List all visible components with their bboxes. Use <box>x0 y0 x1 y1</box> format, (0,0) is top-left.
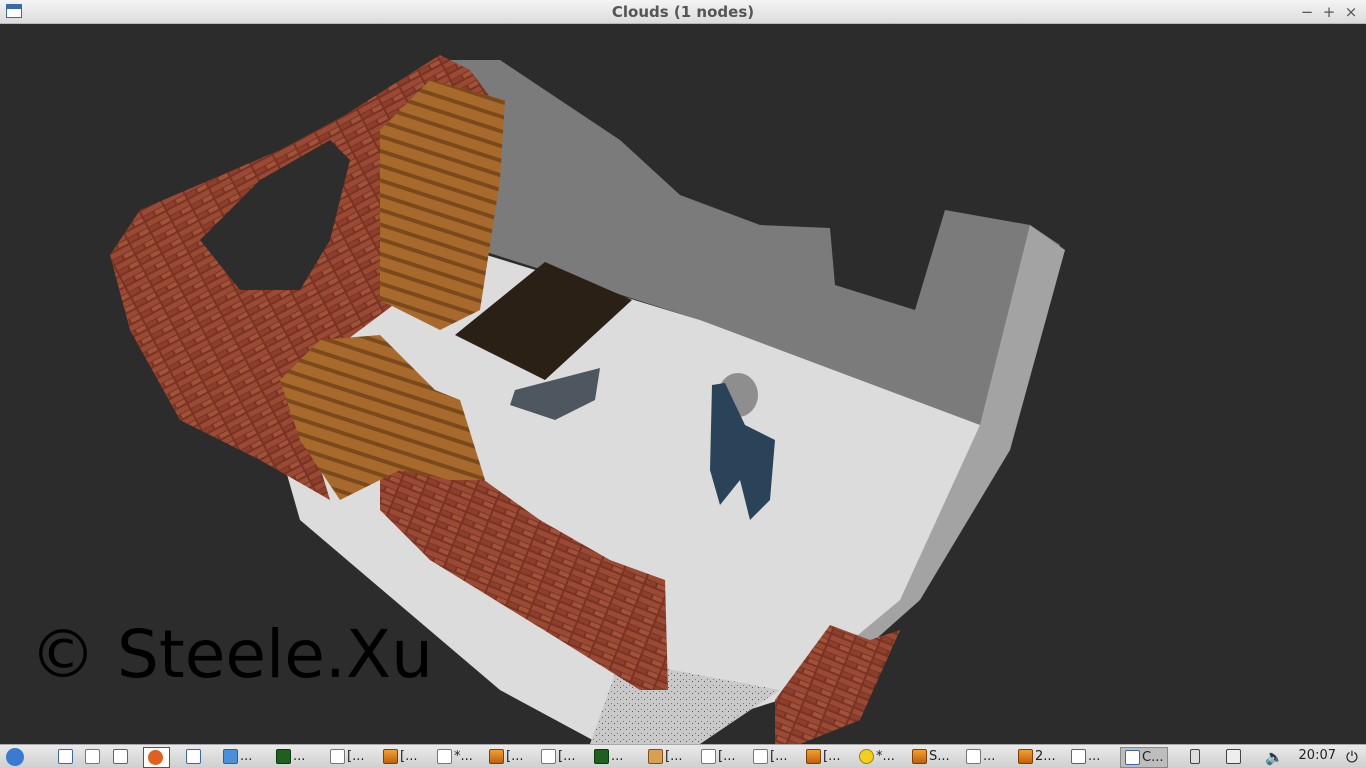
task-button[interactable]: [... <box>648 747 682 766</box>
task-label: ... <box>611 749 624 764</box>
window-titlebar[interactable]: Clouds (1 nodes) − + × <box>0 0 1366 24</box>
clock: 20:07 <box>1298 748 1336 763</box>
taskbar: ... ... [... [... *... [... [... ... [..… <box>0 744 1366 768</box>
task-button[interactable]: [... <box>701 747 735 766</box>
window-icon <box>1125 750 1140 765</box>
task-button[interactable]: [... <box>806 747 840 766</box>
volume-icon: 🔈 <box>1265 747 1284 766</box>
task-button[interactable]: [... <box>753 747 787 766</box>
task-button-active[interactable]: C... <box>1120 747 1169 768</box>
watermark: © Steele.Xu <box>30 616 433 693</box>
document-icon <box>966 749 981 764</box>
task-label: [... <box>506 749 524 764</box>
task-button[interactable]: *... <box>437 747 473 766</box>
task-button[interactable]: ... <box>1071 747 1100 766</box>
image-icon <box>489 749 504 764</box>
package-icon <box>648 749 663 764</box>
show-desktop-button[interactable] <box>58 747 75 766</box>
browser-button[interactable] <box>143 747 170 768</box>
minimize-button[interactable]: − <box>1297 1 1317 23</box>
network-disconnected-icon <box>1226 749 1241 764</box>
document-icon <box>753 749 768 764</box>
document-icon <box>541 749 556 764</box>
task-label: [... <box>400 749 418 764</box>
window-title: Clouds (1 nodes) <box>611 3 755 21</box>
task-label: [... <box>665 749 683 764</box>
task-label: S... <box>929 749 950 764</box>
browser-icon <box>148 750 163 765</box>
list-icon <box>85 749 100 764</box>
task-button[interactable]: S... <box>912 747 950 766</box>
image-icon <box>1018 749 1033 764</box>
power-button[interactable]: ⏻ <box>1346 747 1358 766</box>
volume-control[interactable]: 🔈 <box>1265 747 1284 766</box>
task-label: [... <box>558 749 576 764</box>
power-icon: ⏻ <box>1346 747 1358 766</box>
task-button[interactable]: ... <box>276 747 305 766</box>
task-label: [... <box>718 749 736 764</box>
task-label: ... <box>1088 749 1101 764</box>
window-icon <box>113 749 128 764</box>
document-icon <box>330 749 345 764</box>
task-button[interactable]: 2... <box>1018 747 1056 766</box>
task-button[interactable]: ... <box>594 747 623 766</box>
task-label: [... <box>347 749 365 764</box>
battery-indicator[interactable] <box>1190 747 1202 766</box>
window-list-button[interactable] <box>186 747 203 766</box>
task-label: ... <box>240 749 253 764</box>
task-label: C... <box>1142 750 1164 765</box>
desktop-icon <box>58 749 73 764</box>
battery-icon <box>1190 749 1200 764</box>
task-label: *... <box>454 749 473 764</box>
folder-icon <box>223 749 238 764</box>
image-icon <box>912 749 927 764</box>
task-folder[interactable]: ... <box>223 747 252 766</box>
document-icon <box>437 749 452 764</box>
task-label: ... <box>983 749 996 764</box>
task-button[interactable]: [... <box>541 747 575 766</box>
image-icon <box>383 749 398 764</box>
task-label: [... <box>823 749 841 764</box>
task-label: 2... <box>1035 749 1056 764</box>
smiley-icon <box>859 749 874 764</box>
task-button[interactable]: [... <box>383 747 417 766</box>
maximize-button[interactable]: + <box>1319 1 1339 23</box>
start-icon <box>6 747 24 766</box>
task-button[interactable]: [... <box>330 747 364 766</box>
task-label: ... <box>293 749 306 764</box>
task-button[interactable]: *... <box>859 747 895 766</box>
task-button[interactable]: ... <box>966 747 995 766</box>
terminal-icon <box>594 749 609 764</box>
close-button[interactable]: × <box>1341 1 1361 23</box>
task-label: *... <box>876 749 895 764</box>
window-switcher-button[interactable] <box>113 747 130 766</box>
network-indicator[interactable] <box>1226 747 1243 766</box>
window-icon <box>1071 749 1086 764</box>
task-button[interactable]: [... <box>489 747 523 766</box>
image-icon <box>806 749 821 764</box>
document-icon <box>701 749 716 764</box>
terminal-icon <box>276 749 291 764</box>
task-label: [... <box>770 749 788 764</box>
point-cloud-viewport[interactable]: © Steele.Xu <box>0 24 1366 744</box>
file-list-button[interactable] <box>85 747 102 766</box>
start-menu-button[interactable] <box>6 747 26 766</box>
window-icon <box>186 749 201 764</box>
